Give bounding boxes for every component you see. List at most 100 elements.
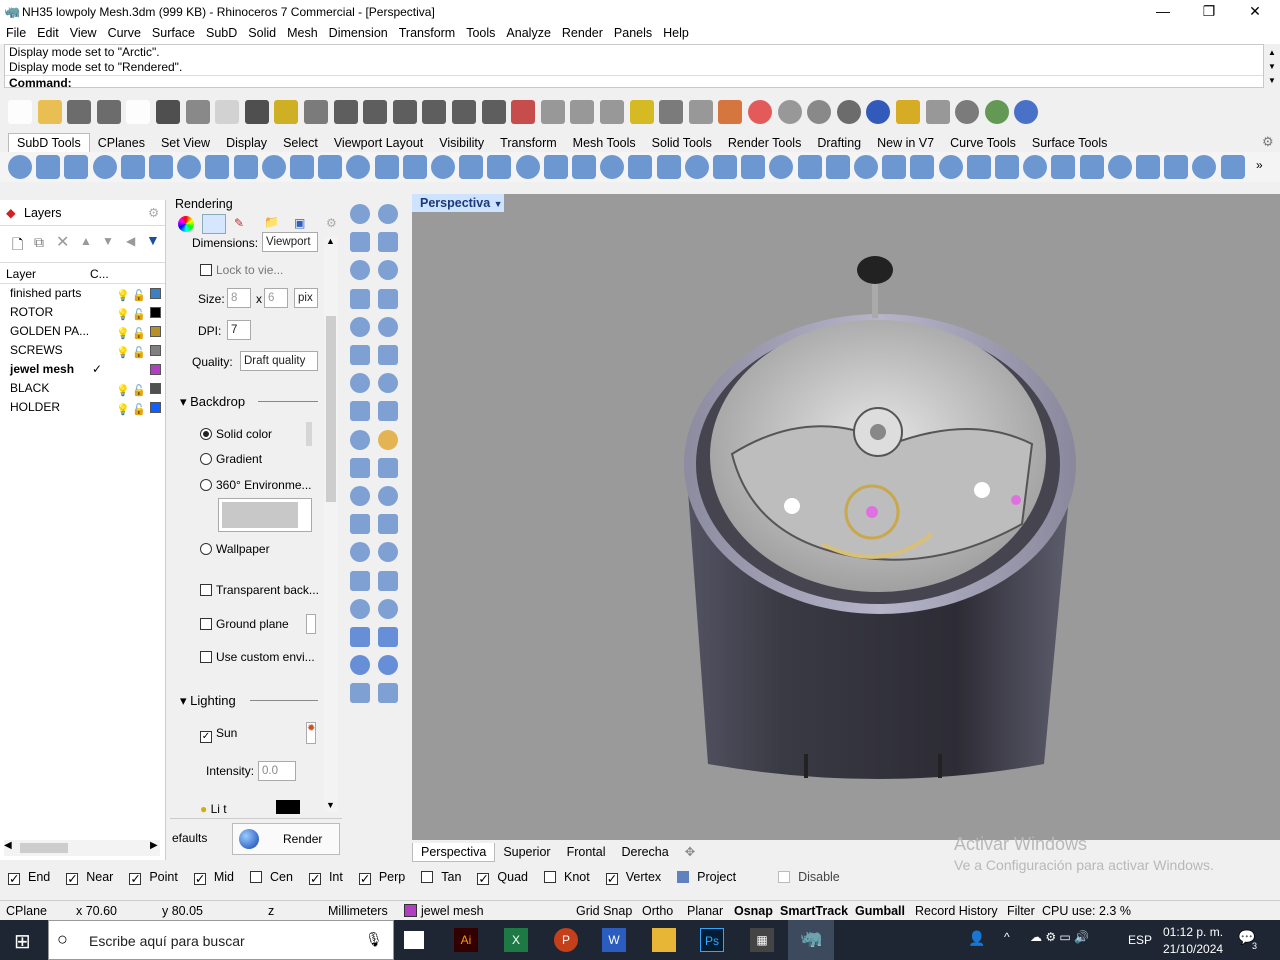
menu-tools[interactable]: Tools (460, 24, 500, 40)
subd-tool-icon[interactable] (487, 155, 512, 179)
rhino-taskbar-button[interactable]: 🦏 (788, 920, 834, 960)
chevron-up-icon[interactable]: ^ (1004, 930, 1010, 944)
quality-select[interactable]: Draft quality (240, 351, 318, 371)
osnap-project-checkbox[interactable]: Project (677, 870, 744, 884)
main-tool-icon[interactable] (378, 655, 398, 676)
planar-toggle[interactable]: Planar (687, 904, 723, 918)
menu-solid[interactable]: Solid (242, 24, 281, 40)
subd-tool-icon[interactable] (318, 155, 343, 179)
toolbar-tab-viewport-layout[interactable]: Viewport Layout (326, 134, 431, 152)
light-icon[interactable] (629, 100, 654, 124)
main-tool-icon[interactable] (378, 401, 398, 422)
rendered-icon[interactable] (836, 100, 861, 124)
command-scrollbar[interactable]: ▲ ▼ ▼ (1266, 46, 1278, 88)
copy-icon[interactable] (185, 100, 210, 124)
taskbar-search[interactable]: ○ Escribe aquí para buscar 🎙 (48, 920, 394, 960)
menu-render[interactable]: Render (556, 24, 608, 40)
skylight-swatch[interactable] (276, 800, 300, 814)
grid-icon[interactable] (481, 100, 506, 124)
scroll-thumb[interactable] (326, 316, 336, 502)
shaded-icon[interactable] (807, 100, 832, 124)
scroll-thumb[interactable] (20, 843, 68, 853)
col-layer[interactable]: Layer (6, 267, 36, 281)
photoshop-icon[interactable]: Ps (700, 928, 724, 952)
main-tool-icon[interactable] (350, 316, 370, 337)
size-width-input[interactable]: 8 (227, 288, 251, 308)
main-tool-icon[interactable] (350, 627, 370, 647)
layer-color-swatch[interactable] (150, 326, 161, 337)
file-explorer-icon[interactable] (652, 928, 676, 952)
ortho-toggle[interactable]: Ortho (642, 904, 673, 918)
gear-icon[interactable]: ⚙ (1262, 134, 1274, 150)
layer-row[interactable]: finished parts 💡 🔓 (0, 284, 165, 303)
environment-360-radio[interactable]: 360° Environme... (200, 478, 312, 492)
main-tool-icon[interactable] (378, 373, 398, 394)
layer-color-swatch[interactable] (150, 364, 161, 375)
subd-tool-icon[interactable] (628, 155, 653, 179)
menu-subd[interactable]: SubD (200, 24, 242, 40)
main-tool-icon[interactable] (378, 627, 398, 647)
menu-mesh[interactable]: Mesh (281, 24, 323, 40)
subd-tool-icon[interactable] (1023, 155, 1048, 179)
smarttrack-toggle[interactable]: SmartTrack (780, 904, 848, 918)
subd-tool-icon[interactable] (205, 155, 230, 179)
wallpaper-radio[interactable]: Wallpaper (200, 542, 270, 556)
main-tool-icon[interactable] (350, 373, 370, 394)
render-icon[interactable] (866, 100, 891, 124)
render-button[interactable]: Render (232, 823, 340, 855)
subd-tool-icon[interactable] (177, 155, 202, 179)
subd-tool-icon[interactable] (1220, 155, 1245, 179)
tools-icon[interactable] (955, 100, 980, 124)
undo-icon[interactable] (244, 100, 269, 124)
main-tool-icon[interactable] (350, 457, 370, 478)
maximize-button[interactable]: ❐ (1186, 0, 1232, 24)
main-tool-icon[interactable] (350, 260, 370, 281)
environment-swatch[interactable] (218, 498, 312, 532)
osnap-vertex-checkbox[interactable]: ✓ Vertex (605, 870, 669, 885)
osnap-tan-checkbox[interactable]: Tan (421, 870, 469, 884)
toolbar-tab-drafting[interactable]: Drafting (809, 134, 869, 152)
menu-view[interactable]: View (64, 24, 102, 40)
osnap-quad-checkbox[interactable]: ✓ Quad (477, 870, 536, 885)
subd-tool-icon[interactable] (431, 155, 455, 179)
menu-panels[interactable]: Panels (608, 24, 657, 40)
toolbar-tab-display[interactable]: Display (218, 134, 275, 152)
main-tool-icon[interactable] (350, 204, 370, 224)
viewport-tab-derecha[interactable]: Derecha (613, 843, 676, 861)
subd-tool-icon[interactable] (515, 155, 540, 179)
subd-tool-icon[interactable] (995, 155, 1019, 179)
main-tool-icon[interactable] (378, 260, 398, 281)
car-icon[interactable] (511, 100, 536, 124)
layers-scrollbar[interactable]: ◀ ▶ (4, 840, 160, 856)
main-tool-icon[interactable] (378, 345, 398, 365)
layer-row[interactable]: jewel mesh ✓ (0, 360, 165, 379)
units-label[interactable]: Millimeters (328, 904, 388, 918)
subd-tool-icon[interactable] (572, 155, 596, 179)
subd-tool-icon[interactable] (684, 155, 709, 179)
main-tool-icon[interactable] (350, 232, 370, 253)
save-icon[interactable] (67, 100, 92, 124)
zoom-window-icon[interactable] (363, 100, 388, 124)
subd-tool-icon[interactable] (290, 155, 314, 179)
cut-icon[interactable] (156, 100, 180, 124)
main-tool-icon[interactable] (378, 598, 398, 619)
current-layer-check-icon[interactable]: ✓ (92, 360, 102, 379)
layer-row[interactable]: GOLDEN PA... 💡 🔓 (0, 322, 165, 341)
subd-tool-icon[interactable] (1192, 155, 1217, 179)
osnap-near-checkbox[interactable]: ✓ Near (66, 870, 121, 885)
layer-color-swatch[interactable] (150, 288, 161, 299)
paste-icon[interactable] (215, 100, 240, 124)
toolbar-tab-mesh-tools[interactable]: Mesh Tools (565, 134, 644, 152)
subd-tool-icon[interactable] (1164, 155, 1189, 179)
settings-icon[interactable]: ⚙ (326, 216, 337, 230)
subd-tool-icon[interactable] (741, 155, 766, 179)
intensity-input[interactable]: 0.0 (258, 761, 296, 781)
subd-tool-icon[interactable] (1051, 155, 1076, 179)
menu-transform[interactable]: Transform (393, 24, 461, 40)
lighting-section[interactable]: ▾ Lighting (180, 693, 236, 709)
filter-toggle[interactable]: Filter (1007, 904, 1035, 918)
illustrator-icon[interactable]: Ai (454, 928, 478, 952)
menu-curve[interactable]: Curve (102, 24, 146, 40)
size-unit-select[interactable]: pix (294, 288, 318, 308)
osnap-mid-checkbox[interactable]: ✓ Mid (193, 870, 242, 885)
